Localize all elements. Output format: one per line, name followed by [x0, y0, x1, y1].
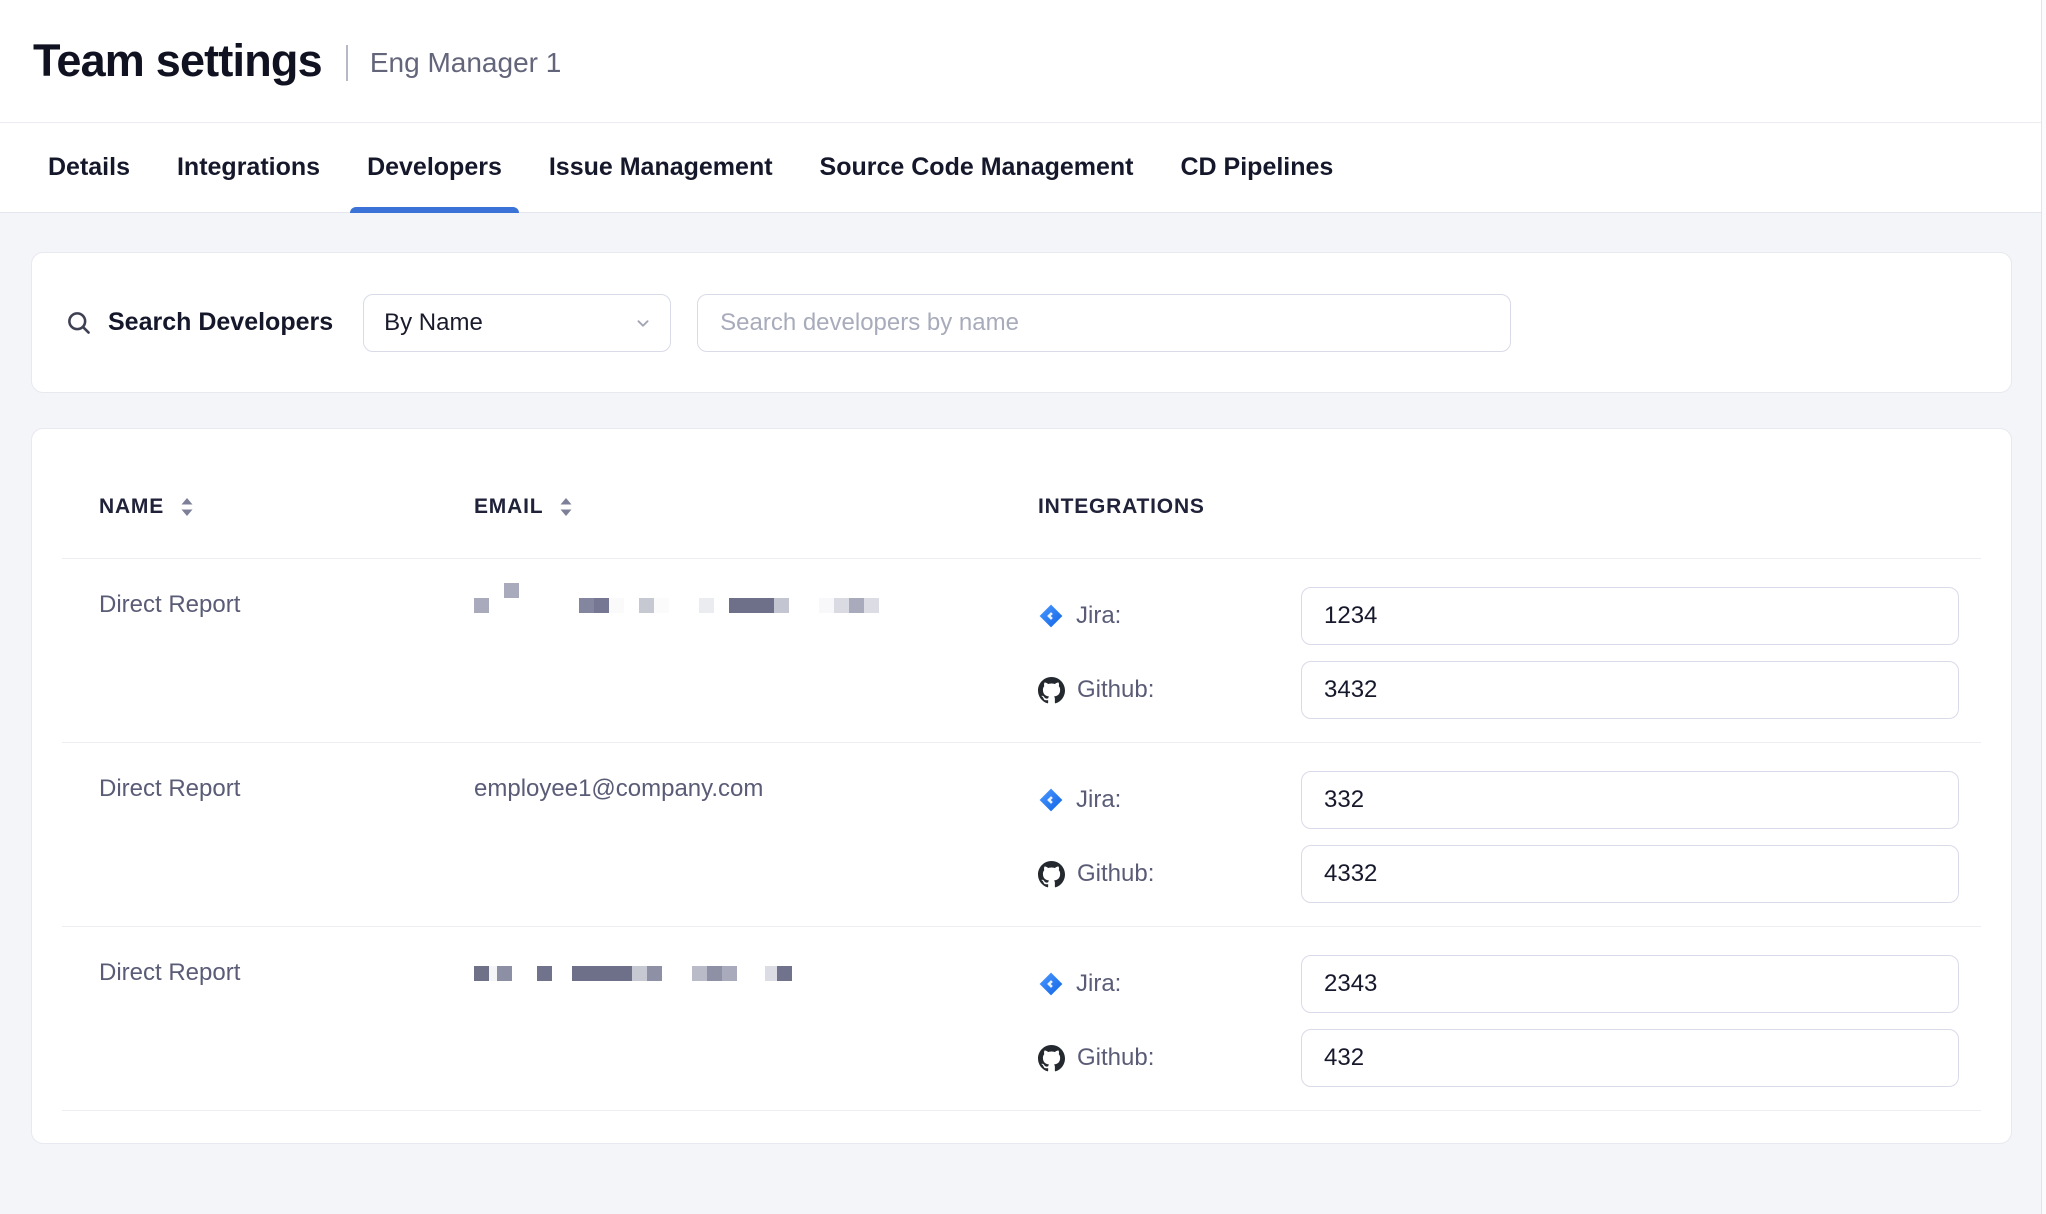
- github-icon: [1038, 861, 1065, 888]
- column-header-integrations: INTEGRATIONS: [1038, 495, 1981, 519]
- integrations-cell: Jira: Github:: [1038, 771, 1981, 926]
- developers-table: NAME EMAIL INTEGRATIONS Direct Report: [31, 428, 2012, 1144]
- github-id-input[interactable]: [1301, 661, 1959, 719]
- github-id-input[interactable]: [1301, 845, 1959, 903]
- table-footer: [62, 1110, 1981, 1143]
- page-header: Team settings Eng Manager 1: [0, 0, 2046, 123]
- search-panel: Search Developers By Name: [31, 252, 2012, 393]
- tab-source-code-management[interactable]: Source Code Management: [803, 123, 1151, 212]
- jira-integration-row: Jira:: [1038, 771, 1981, 829]
- search-filter-value: By Name: [384, 309, 483, 337]
- github-integration-row: Github:: [1038, 1029, 1981, 1087]
- column-header-name[interactable]: NAME: [62, 495, 474, 519]
- table-row: Direct Report Jira:: [62, 926, 1981, 1110]
- tab-integrations[interactable]: Integrations: [160, 123, 337, 212]
- tab-bar: DetailsIntegrationsDevelopersIssue Manag…: [0, 123, 2046, 213]
- chevron-down-icon: [632, 312, 654, 334]
- page-title: Team settings: [33, 35, 322, 87]
- github-integration-row: Github:: [1038, 661, 1981, 719]
- jira-id-input[interactable]: [1301, 587, 1959, 645]
- developer-email: [474, 587, 1038, 742]
- integrations-cell: Jira: Github:: [1038, 587, 1981, 742]
- jira-icon: [1038, 603, 1064, 629]
- table-row: Direct Report employee1@company.com Jira…: [62, 742, 1981, 926]
- jira-id-input[interactable]: [1301, 955, 1959, 1013]
- developer-name: Direct Report: [62, 955, 474, 1110]
- column-header-email[interactable]: EMAIL: [474, 495, 1038, 519]
- page-right-edge: [2041, 0, 2046, 1214]
- jira-icon: [1038, 971, 1064, 997]
- tab-issue-management[interactable]: Issue Management: [532, 123, 790, 212]
- search-label: Search Developers: [108, 308, 333, 337]
- jira-id-input[interactable]: [1301, 771, 1959, 829]
- developer-email: employee1@company.com: [474, 771, 1038, 926]
- developer-email: [474, 955, 1038, 1110]
- integrations-cell: Jira: Github:: [1038, 955, 1981, 1110]
- sort-icon: [180, 497, 194, 517]
- tab-cd-pipelines[interactable]: CD Pipelines: [1164, 123, 1351, 212]
- developer-name: Direct Report: [62, 771, 474, 926]
- title-separator: [346, 45, 348, 81]
- jira-label: Jira:: [1076, 970, 1121, 998]
- github-id-input[interactable]: [1301, 1029, 1959, 1087]
- jira-label: Jira:: [1076, 786, 1121, 814]
- github-label: Github:: [1077, 1044, 1154, 1072]
- page-subtitle: Eng Manager 1: [370, 47, 561, 79]
- jira-label: Jira:: [1076, 602, 1121, 630]
- sort-icon: [559, 497, 573, 517]
- jira-integration-row: Jira:: [1038, 955, 1981, 1013]
- redacted-email: [474, 583, 1038, 613]
- tab-developers[interactable]: Developers: [350, 123, 519, 212]
- search-icon: [65, 309, 93, 337]
- tab-details[interactable]: Details: [31, 123, 147, 212]
- search-filter-select[interactable]: By Name: [363, 294, 671, 352]
- jira-integration-row: Jira:: [1038, 587, 1981, 645]
- jira-icon: [1038, 787, 1064, 813]
- redacted-email: [474, 951, 1038, 981]
- table-row: Direct Report Jira:: [62, 558, 1981, 742]
- table-header-row: NAME EMAIL INTEGRATIONS: [62, 429, 1981, 558]
- github-label: Github:: [1077, 676, 1154, 704]
- developer-name: Direct Report: [62, 587, 474, 742]
- search-input[interactable]: [697, 294, 1511, 352]
- github-icon: [1038, 1045, 1065, 1072]
- github-icon: [1038, 677, 1065, 704]
- github-integration-row: Github:: [1038, 845, 1981, 903]
- github-label: Github:: [1077, 860, 1154, 888]
